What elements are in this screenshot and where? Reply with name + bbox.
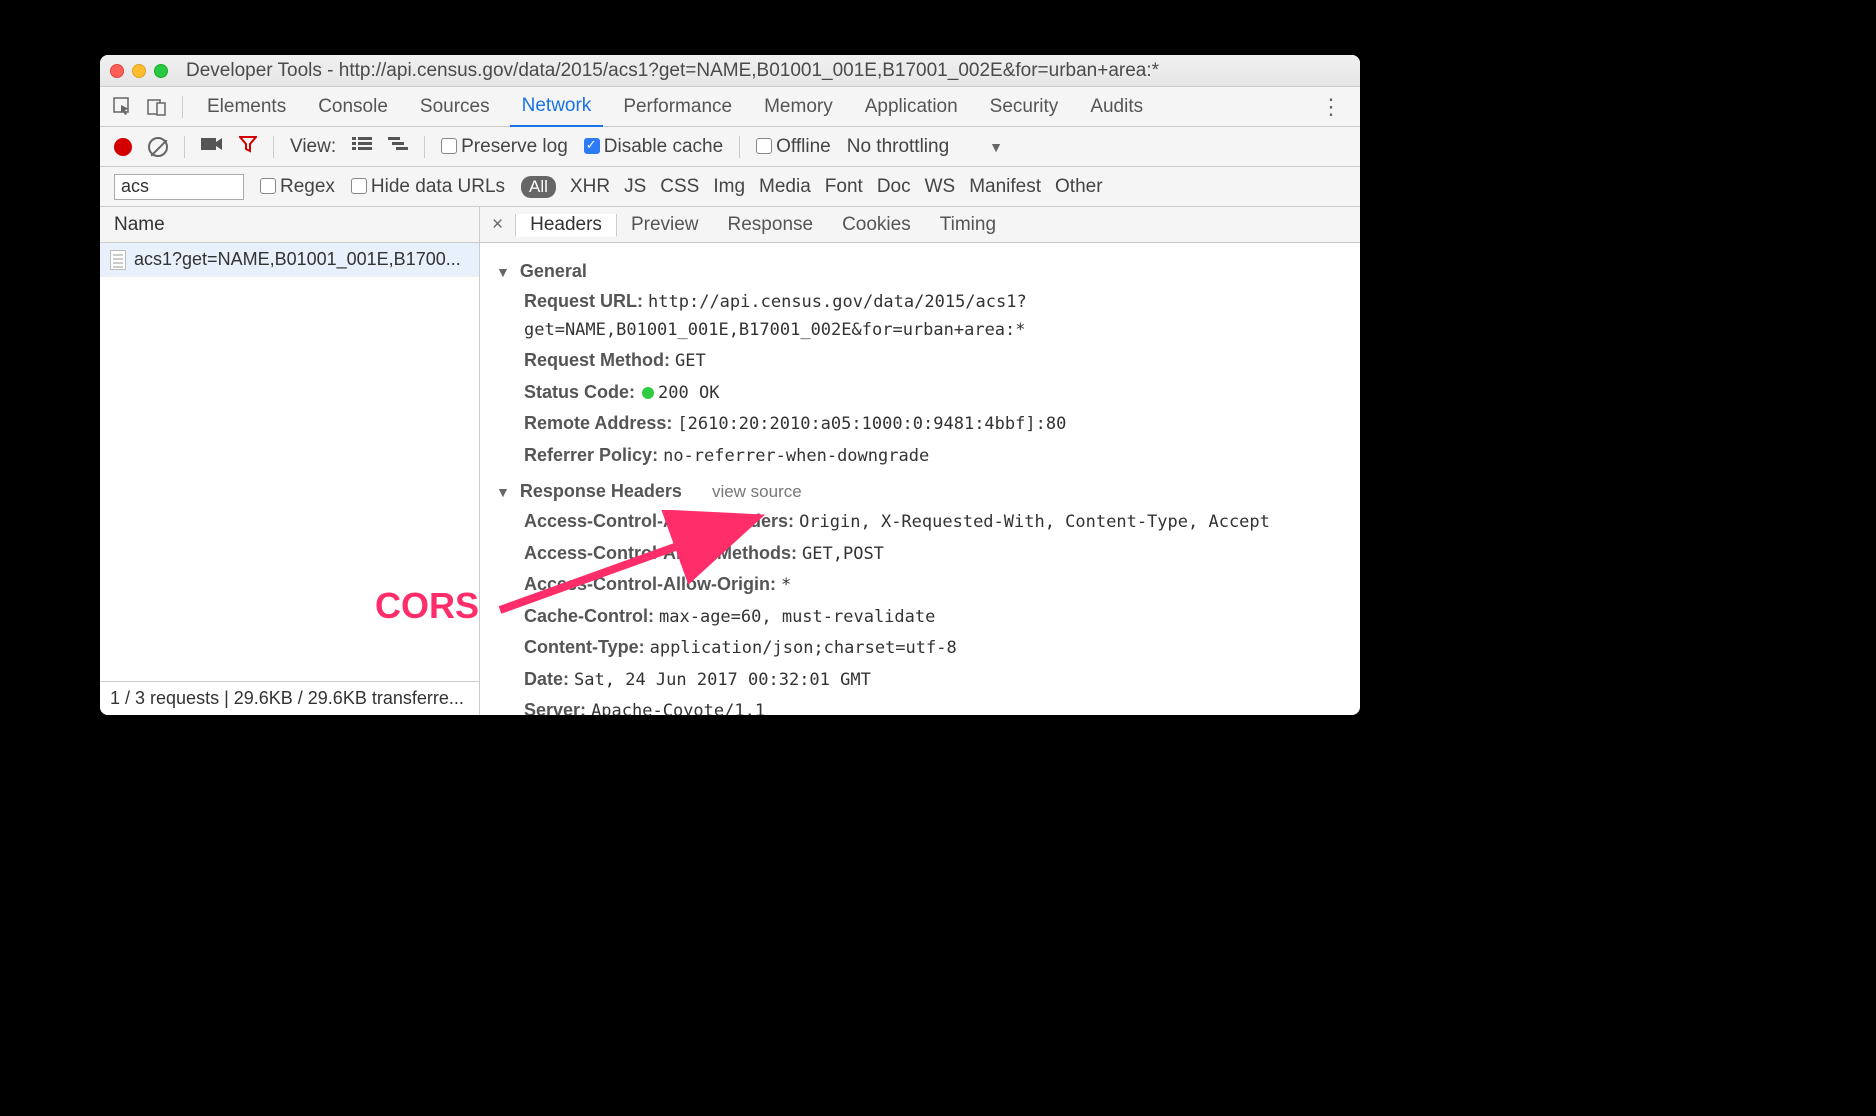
throttling-dropdown[interactable]: No throttling▼ (847, 136, 1003, 158)
devtools-window: Developer Tools - http://api.census.gov/… (100, 55, 1360, 715)
column-name[interactable]: Name (100, 207, 480, 242)
filter-type-img[interactable]: Img (713, 176, 745, 198)
network-toolbar: View: Preserve log Disable cache Offline… (100, 127, 1360, 167)
columns-header: Name × Headers Preview Response Cookies … (100, 207, 1360, 243)
referrer-policy: Referrer Policy: no-referrer-when-downgr… (496, 440, 1344, 472)
hide-data-urls-checkbox[interactable]: Hide data URLs (351, 176, 505, 198)
device-icon[interactable] (144, 94, 170, 120)
separator (273, 136, 274, 158)
separator (182, 96, 183, 118)
content-type: Content-Type: application/json;charset=u… (496, 632, 1344, 664)
regex-checkbox[interactable]: Regex (260, 176, 335, 198)
filter-type-xhr[interactable]: XHR (570, 176, 610, 198)
status-dot-icon (642, 387, 654, 399)
acah: Access-Control-Allow-Headers: Origin, X-… (496, 506, 1344, 538)
filter-input[interactable] (114, 174, 244, 200)
titlebar: Developer Tools - http://api.census.gov/… (100, 55, 1360, 87)
disable-cache-checkbox[interactable]: Disable cache (584, 136, 723, 158)
tab-sources[interactable]: Sources (408, 88, 502, 126)
filter-bar: Regex Hide data URLs All XHR JS CSS Img … (100, 167, 1360, 207)
separator (424, 136, 425, 158)
main-split: acs1?get=NAME,B01001_001E,B1700... 1 / 3… (100, 243, 1360, 715)
separator (739, 136, 740, 158)
view-label: View: (290, 136, 336, 158)
preserve-log-checkbox[interactable]: Preserve log (441, 136, 568, 158)
traffic-lights (110, 64, 168, 78)
tab-application[interactable]: Application (853, 88, 970, 126)
list-view-icon[interactable] (352, 136, 372, 158)
tab-audits[interactable]: Audits (1078, 88, 1155, 126)
detail-tab-response[interactable]: Response (714, 214, 829, 236)
waterfall-view-icon[interactable] (388, 136, 408, 158)
type-filters: All XHR JS CSS Img Media Font Doc WS Man… (521, 176, 1103, 198)
date: Date: Sat, 24 Jun 2017 00:32:01 GMT (496, 664, 1344, 696)
tab-security[interactable]: Security (978, 88, 1071, 126)
detail-tab-cookies[interactable]: Cookies (828, 214, 926, 236)
request-list: acs1?get=NAME,B01001_001E,B1700... 1 / 3… (100, 243, 480, 715)
status-bar: 1 / 3 requests | 29.6KB / 29.6KB transfe… (100, 681, 479, 715)
filter-icon[interactable] (239, 135, 257, 159)
filter-type-manifest[interactable]: Manifest (969, 176, 1041, 198)
filter-type-js[interactable]: JS (624, 176, 646, 198)
close-details-icon[interactable]: × (480, 214, 515, 236)
server: Server: Apache-Coyote/1.1 (496, 695, 1344, 715)
record-icon[interactable] (114, 138, 132, 156)
request-url: Request URL: http://api.census.gov/data/… (496, 286, 1344, 345)
request-name: acs1?get=NAME,B01001_001E,B1700... (134, 249, 461, 270)
filter-type-ws[interactable]: WS (925, 176, 956, 198)
filter-type-media[interactable]: Media (759, 176, 811, 198)
tab-performance[interactable]: Performance (611, 88, 744, 126)
acao: Access-Control-Allow-Origin: * (496, 569, 1344, 601)
section-response-headers[interactable]: ▼ Response Headers view source (496, 481, 1344, 502)
chevron-down-icon: ▼ (496, 484, 510, 500)
camera-icon[interactable] (201, 136, 223, 158)
maximize-icon[interactable] (154, 64, 168, 78)
filter-type-other[interactable]: Other (1055, 176, 1103, 198)
window-title: Developer Tools - http://api.census.gov/… (178, 60, 1350, 82)
filter-type-css[interactable]: CSS (660, 176, 699, 198)
filter-type-doc[interactable]: Doc (877, 176, 911, 198)
section-general[interactable]: ▼ General (496, 261, 1344, 282)
chevron-down-icon: ▼ (496, 264, 510, 280)
detail-tab-timing[interactable]: Timing (926, 214, 1011, 236)
cors-annotation-label: CORS (375, 585, 479, 627)
more-icon[interactable]: ⋮ (1312, 94, 1350, 120)
filter-type-font[interactable]: Font (825, 176, 863, 198)
panel-tabs: Elements Console Sources Network Perform… (100, 87, 1360, 127)
tab-elements[interactable]: Elements (195, 88, 298, 126)
acam: Access-Control-Allow-Methods: GET,POST (496, 538, 1344, 570)
cache-control: Cache-Control: max-age=60, must-revalida… (496, 601, 1344, 633)
clear-icon[interactable] (148, 137, 168, 157)
tab-memory[interactable]: Memory (752, 88, 845, 126)
request-row[interactable]: acs1?get=NAME,B01001_001E,B1700... (100, 243, 479, 277)
separator (184, 136, 185, 158)
headers-panel[interactable]: ▼ General Request URL: http://api.census… (480, 243, 1360, 715)
inspect-icon[interactable] (110, 94, 136, 120)
status-code: Status Code: 200 OK (496, 377, 1344, 409)
close-icon[interactable] (110, 64, 124, 78)
detail-tab-headers[interactable]: Headers (515, 214, 617, 237)
tab-console[interactable]: Console (306, 88, 400, 126)
document-icon (110, 250, 126, 270)
tab-network[interactable]: Network (510, 87, 604, 127)
view-source-link[interactable]: view source (712, 482, 802, 502)
detail-tabbar: × Headers Preview Response Cookies Timin… (480, 214, 1360, 236)
remote-address: Remote Address: [2610:20:2010:a05:1000:0… (496, 408, 1344, 440)
request-method: Request Method: GET (496, 345, 1344, 377)
detail-tab-preview[interactable]: Preview (617, 214, 714, 236)
minimize-icon[interactable] (132, 64, 146, 78)
filter-type-all[interactable]: All (521, 176, 556, 198)
offline-checkbox[interactable]: Offline (756, 136, 831, 158)
